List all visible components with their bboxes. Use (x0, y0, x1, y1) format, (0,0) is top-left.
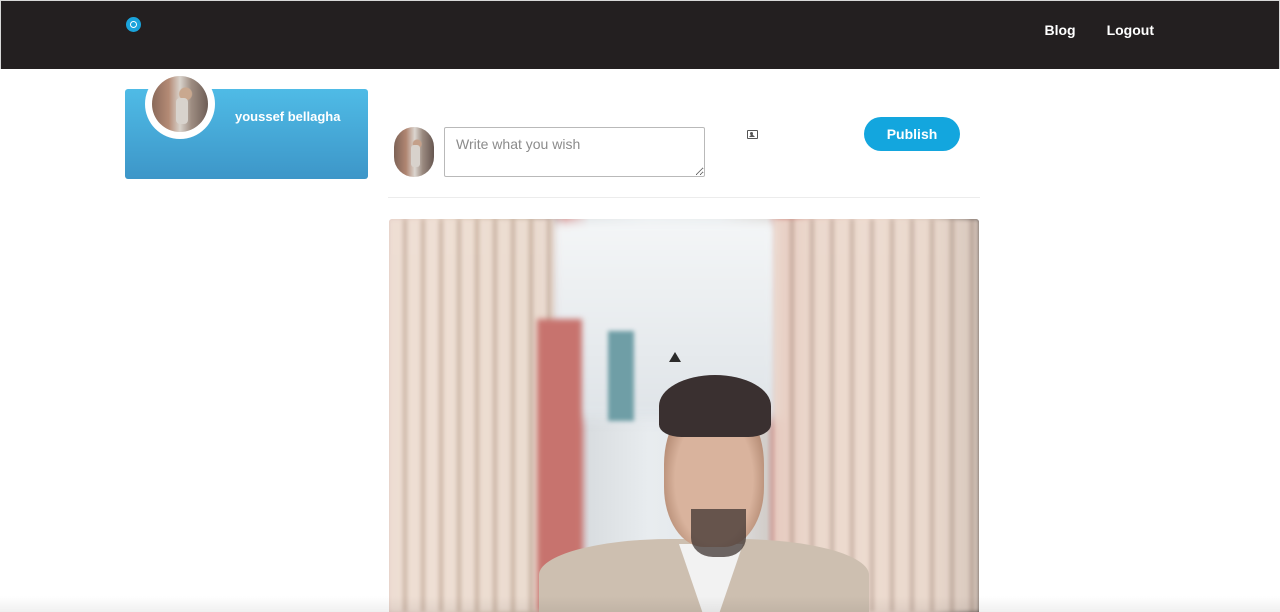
photo-person-beard (691, 509, 746, 557)
composer-divider (388, 197, 980, 198)
photo-tower (608, 331, 634, 421)
bottom-shadow (0, 596, 1280, 612)
nav-link-blog[interactable]: Blog (1044, 22, 1075, 38)
brand-logo-icon[interactable] (126, 17, 141, 32)
profile-name[interactable]: youssef bellagha (235, 109, 340, 124)
attach-image-icon[interactable] (747, 130, 758, 139)
composer-avatar (394, 127, 434, 177)
photo-bird (669, 352, 681, 362)
top-navbar: Blog Logout (0, 0, 1280, 69)
post-photo (389, 219, 979, 612)
publish-button[interactable]: Publish (864, 117, 960, 151)
photo-building-left (389, 219, 554, 612)
post-input[interactable] (444, 127, 705, 177)
nav-links: Blog Logout (1044, 22, 1154, 38)
nav-link-logout[interactable]: Logout (1107, 22, 1154, 38)
profile-avatar[interactable] (152, 76, 208, 132)
photo-person-hair (659, 375, 771, 437)
